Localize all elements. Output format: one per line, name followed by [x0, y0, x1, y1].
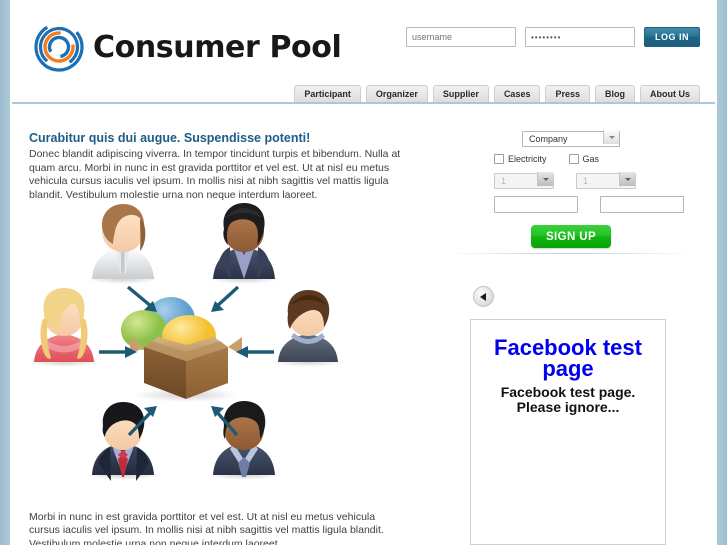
sign-up-button[interactable]: SIGN UP	[531, 225, 611, 248]
intro-paragraph: Donec blandit adipiscing viverra. In tem…	[29, 148, 401, 201]
person-avatar-left	[29, 288, 99, 367]
signup-button-row: SIGN UP	[440, 225, 702, 248]
login-area: LOG IN	[406, 27, 700, 47]
cardboard-box-icon	[121, 297, 242, 402]
electricity-checkbox[interactable]	[494, 154, 504, 164]
sidebar: Company Electricity Gas 1 1 SIGN UP Face…	[440, 105, 702, 545]
person-avatar-top-left	[87, 204, 159, 284]
main-column: Curabitur quis dui augue. Suspendisse po…	[29, 131, 414, 202]
header-divider	[12, 102, 715, 104]
facebook-page-widget: Facebook test page Facebook test page. P…	[470, 319, 666, 545]
password-input[interactable]	[525, 27, 635, 47]
nav-tab-press[interactable]: Press	[545, 85, 590, 103]
page-root: Consumer Pool LOG IN Participant Organiz…	[0, 0, 727, 545]
nav-tab-supplier[interactable]: Supplier	[432, 85, 489, 103]
sidebar-divider	[448, 253, 694, 254]
page-heading: Curabitur quis dui augue. Suspendisse po…	[29, 131, 311, 145]
electricity-quantity-select[interactable]: 1	[494, 173, 554, 189]
gas-usage-input[interactable]	[600, 196, 684, 213]
company-select[interactable]: Company	[522, 131, 620, 147]
nav-tab-cases[interactable]: Cases	[493, 85, 541, 103]
nav-tab-about-us[interactable]: About Us	[640, 85, 700, 103]
brand-name: Consumer Pool	[93, 29, 342, 65]
nav-tab-organizer[interactable]: Organizer	[365, 85, 428, 103]
site-header: Consumer Pool LOG IN Participant Organiz…	[12, 0, 715, 103]
main-navigation: Participant Organizer Supplier Cases Pre…	[294, 85, 700, 103]
gas-checkbox-group[interactable]: Gas	[568, 154, 600, 164]
utility-checkbox-row: Electricity Gas	[440, 154, 702, 164]
people-around-box-illustration	[26, 195, 386, 485]
carousel-previous-button[interactable]	[473, 286, 494, 307]
electricity-usage-input[interactable]	[494, 196, 578, 213]
gas-label: Gas	[582, 154, 600, 164]
signup-form: Company Electricity Gas 1 1 SIGN UP	[440, 129, 702, 248]
usage-input-row	[440, 196, 702, 213]
facebook-widget-subtitle: Facebook test page. Please ignore...	[500, 384, 636, 415]
company-row: Company	[440, 129, 702, 147]
gas-quantity-select[interactable]: 1	[576, 173, 636, 189]
nav-tab-blog[interactable]: Blog	[595, 85, 635, 103]
page-content: Curabitur quis dui augue. Suspendisse po…	[12, 105, 715, 545]
quantity-row: 1 1	[440, 171, 702, 189]
gas-checkbox[interactable]	[568, 154, 579, 164]
nav-tab-participant[interactable]: Participant	[294, 85, 361, 103]
log-in-button[interactable]: LOG IN	[644, 27, 700, 47]
electricity-label: Electricity	[508, 154, 547, 164]
person-avatar-right	[273, 290, 343, 367]
bottom-paragraph: Morbi in nunc in est gravida porttitor e…	[29, 510, 384, 545]
username-input[interactable]	[406, 27, 516, 47]
site-logo[interactable]: Consumer Pool	[34, 22, 342, 72]
electricity-checkbox-group[interactable]: Electricity	[494, 154, 547, 164]
electricity-qty-wrap: 1	[494, 171, 554, 189]
facebook-widget-title: Facebook test page	[494, 335, 642, 381]
spiral-circles-logo-icon	[34, 22, 84, 72]
company-select-wrap: Company	[522, 129, 620, 147]
person-avatar-top-right	[208, 203, 280, 284]
gas-qty-wrap: 1	[576, 171, 636, 189]
